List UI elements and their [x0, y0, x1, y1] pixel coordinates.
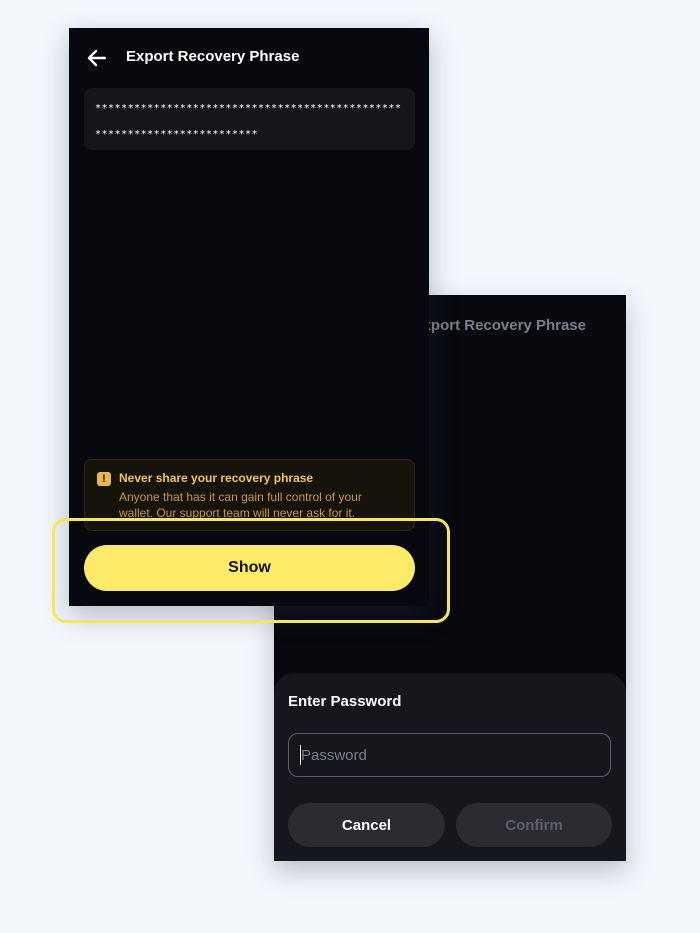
show-button[interactable]: Show: [84, 545, 415, 591]
text-caret: [300, 745, 301, 765]
recovery-phrase-box: ****************************************…: [84, 88, 415, 150]
export-phrase-screen: Export Recovery Phrase *****************…: [69, 28, 429, 606]
exclamation-icon: !: [97, 472, 111, 486]
arrow-left-icon[interactable]: [85, 46, 109, 70]
confirm-button[interactable]: Confirm: [456, 803, 612, 847]
warning-banner: ! Never share your recovery phrase Anyon…: [84, 459, 415, 531]
page-title: Export Recovery Phrase: [126, 48, 300, 65]
password-input[interactable]: [288, 733, 611, 777]
warning-body: Anyone that has it can gain full control…: [119, 490, 362, 520]
warning-title: Never share your recovery phrase: [119, 471, 314, 485]
recovery-phrase-mask: ****************************************…: [95, 103, 402, 140]
cancel-button[interactable]: Cancel: [288, 803, 445, 847]
password-sheet-title: Enter Password: [288, 693, 402, 710]
password-sheet: Enter Password Cancel Confirm: [274, 673, 626, 861]
